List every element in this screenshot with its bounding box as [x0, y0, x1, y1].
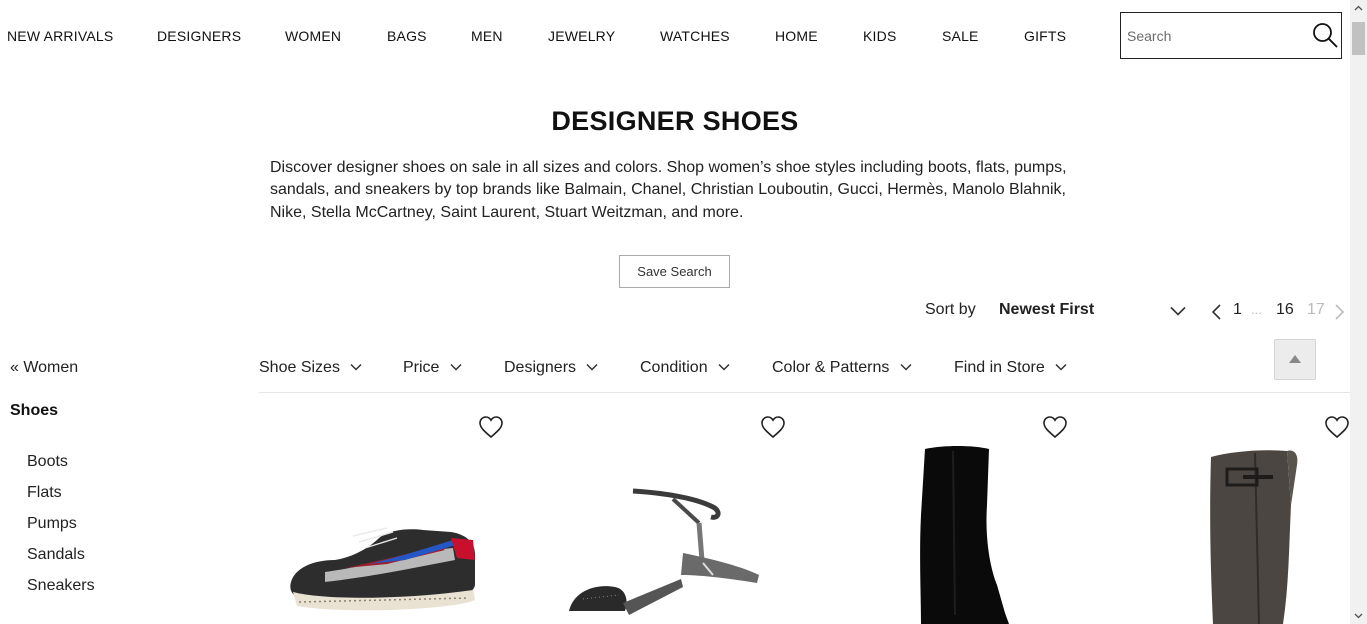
filter-label: Designers [504, 359, 577, 376]
nav-men[interactable]: MEN [471, 28, 503, 44]
pagination-next-icon[interactable] [1332, 303, 1346, 321]
pagination-first[interactable]: 1 [1233, 301, 1242, 319]
filter-label: Price [403, 359, 440, 376]
sidebar-item-sneakers[interactable]: Sneakers [27, 577, 95, 595]
pagination-prev-icon[interactable] [1210, 303, 1224, 321]
heart-icon[interactable] [478, 415, 504, 439]
nav-sale[interactable]: SALE [942, 28, 979, 44]
sidebar-item-pumps[interactable]: Pumps [27, 515, 77, 533]
heart-icon[interactable] [760, 415, 786, 439]
filter-condition[interactable]: Condition [640, 359, 730, 377]
chevron-down-icon[interactable] [1169, 304, 1187, 318]
chevron-down-icon [1055, 363, 1067, 371]
filter-shoe-sizes[interactable]: Shoe Sizes [259, 359, 362, 377]
product-card[interactable] [541, 395, 823, 624]
nav-women[interactable]: WOMEN [285, 28, 341, 44]
nav-jewelry[interactable]: JEWELRY [548, 28, 615, 44]
pagination-current: 16 [1276, 301, 1294, 318]
scroll-thumb[interactable] [1352, 22, 1365, 55]
filter-label: Shoe Sizes [259, 359, 340, 376]
chevron-down-icon [718, 363, 730, 371]
filter-divider [259, 392, 1350, 393]
leather-boot-image[interactable] [1203, 445, 1313, 624]
nav-kids[interactable]: KIDS [863, 28, 896, 44]
scroll-up-arrow-icon[interactable] [1350, 0, 1367, 17]
chevron-down-icon [900, 363, 912, 371]
heart-icon[interactable] [1324, 415, 1350, 439]
sort-label: Sort by [925, 301, 976, 318]
nav-watches[interactable]: WATCHES [660, 28, 730, 44]
suede-boot-image[interactable] [913, 445, 1013, 624]
back-to-top-button[interactable] [1274, 339, 1316, 380]
sidebar-item-boots[interactable]: Boots [27, 453, 68, 471]
sandal-image[interactable] [563, 483, 763, 624]
triangle-up-icon [1289, 355, 1301, 363]
pagination-last[interactable]: 17 [1307, 301, 1325, 319]
page-title: DESIGNER SHOES [551, 106, 799, 136]
nav-bags[interactable]: BAGS [387, 28, 427, 44]
save-search-button[interactable]: Save Search [619, 255, 730, 288]
chevron-down-icon [350, 363, 362, 371]
nav-designers[interactable]: DESIGNERS [157, 28, 241, 44]
filter-designers[interactable]: Designers [504, 359, 599, 377]
nav-home[interactable]: HOME [775, 28, 818, 44]
filter-label: Color & Patterns [772, 359, 890, 376]
sidebar-heading: Shoes [10, 402, 59, 419]
sidebar-item-sandals[interactable]: Sandals [27, 546, 85, 564]
filter-find-in-store[interactable]: Find in Store [954, 359, 1067, 377]
chevron-down-icon [586, 363, 599, 371]
sort-select[interactable]: Newest First [999, 301, 1094, 319]
page-description: Discover designer shoes on sale in all s… [270, 159, 1067, 221]
sneaker-image[interactable] [283, 520, 479, 620]
product-card[interactable] [1105, 395, 1367, 624]
product-card[interactable] [259, 395, 541, 624]
sidebar-item-flats[interactable]: Flats [27, 484, 62, 502]
filter-price[interactable]: Price [403, 359, 462, 377]
search-icon[interactable] [1312, 22, 1338, 48]
nav-gifts[interactable]: GIFTS [1024, 28, 1066, 44]
nav-new-arrivals[interactable]: NEW ARRIVALS [7, 28, 113, 44]
filter-label: Condition [640, 359, 708, 376]
search-box [1120, 12, 1342, 59]
heart-icon[interactable] [1042, 415, 1068, 439]
pagination-ellipsis: ... [1251, 302, 1262, 317]
product-card[interactable] [823, 395, 1105, 624]
chevron-down-icon [450, 363, 462, 371]
filter-label: Find in Store [954, 359, 1045, 376]
top-navigation: NEW ARRIVALS DESIGNERS WOMEN BAGS MEN JE… [0, 0, 1350, 72]
filter-color-patterns[interactable]: Color & Patterns [772, 359, 912, 377]
search-input[interactable] [1127, 26, 1297, 46]
sidebar-back-women[interactable]: « Women [10, 359, 78, 377]
